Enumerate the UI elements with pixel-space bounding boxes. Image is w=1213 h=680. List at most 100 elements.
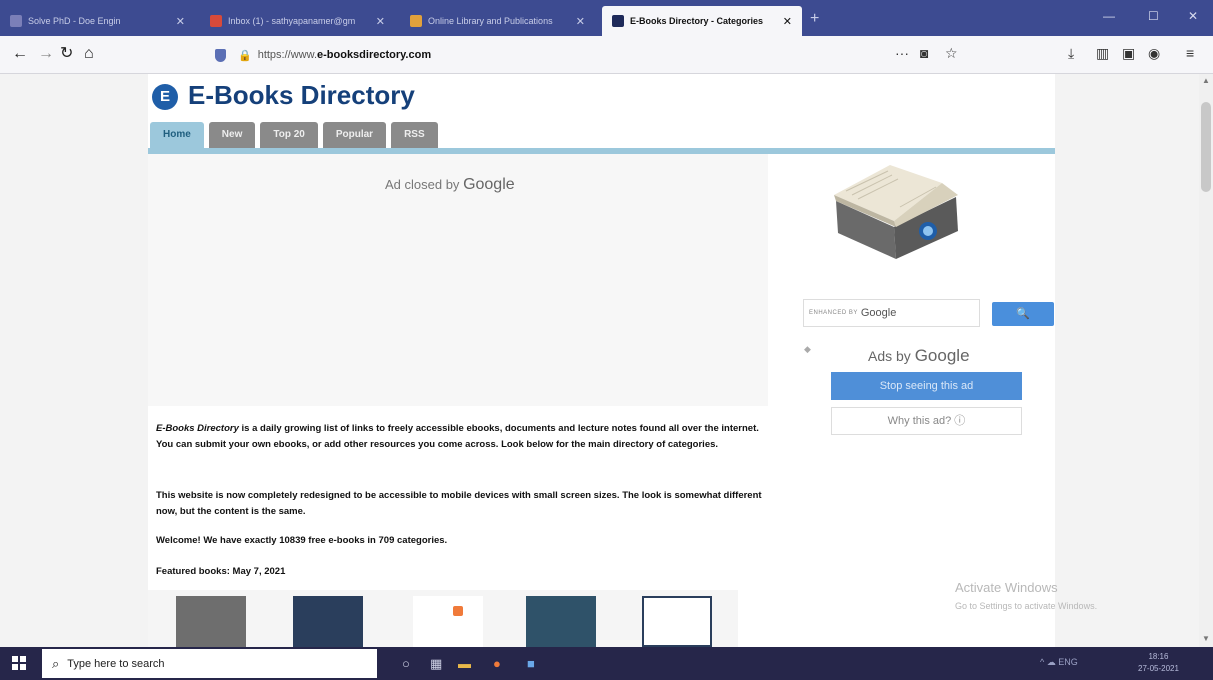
tab-label: E-Books Directory - Categories xyxy=(630,16,764,26)
scroll-up-icon[interactable]: ▲ xyxy=(1202,76,1210,85)
back-icon[interactable]: ← xyxy=(12,45,28,63)
ad-choices-icon[interactable]: ◆ xyxy=(804,344,811,355)
book-cover-badge-icon xyxy=(453,606,463,616)
url-bar[interactable]: 🔒 https://www. e-booksdirectory.com xyxy=(215,42,975,68)
maximize-button[interactable]: ☐ xyxy=(1148,9,1159,23)
site-title[interactable]: E-Books Directory xyxy=(188,80,415,111)
file-explorer-icon[interactable]: ▬ xyxy=(458,656,471,671)
stop-seeing-ad-button[interactable]: Stop seeing this ad xyxy=(831,372,1022,400)
page-actions-icon[interactable]: ··· xyxy=(895,45,909,61)
featured-book-cover[interactable] xyxy=(526,596,596,647)
site-search-button[interactable]: 🔍 xyxy=(992,302,1054,326)
ad-closed-prefix: Ad closed by xyxy=(385,177,460,192)
page-viewport: E E-Books Directory Home New Top 20 Popu… xyxy=(0,74,1213,647)
navigation-bar: ← → ↻ ⌂ 🔒 https://www. e-booksdirectory.… xyxy=(0,36,1213,74)
close-window-button[interactable]: ✕ xyxy=(1188,9,1198,23)
tab-inbox[interactable]: Inbox (1) - sathyapanamer@gm ✕ xyxy=(200,6,395,36)
tab-label: Inbox (1) - sathyapanamer@gm xyxy=(228,16,356,26)
sidebar-icon[interactable]: ▣ xyxy=(1122,45,1135,62)
menu-tab-popular[interactable]: Popular xyxy=(322,122,387,148)
lock-icon[interactable]: 🔒 xyxy=(238,49,252,62)
welcome-mid: free e-books in xyxy=(305,535,379,546)
menu-tab-new[interactable]: New xyxy=(208,122,256,148)
site-menu: Home New Top 20 Popular RSS xyxy=(150,122,438,148)
category-count: 709 xyxy=(378,535,395,546)
ads-by-prefix: Ads by xyxy=(868,348,911,364)
featured-book-cover[interactable] xyxy=(413,596,483,647)
cortana-icon[interactable]: ○ xyxy=(402,656,410,671)
scroll-down-icon[interactable]: ▼ xyxy=(1202,634,1210,643)
close-tab-icon[interactable]: ✕ xyxy=(576,15,585,28)
system-tray[interactable]: ^ ☁ ENG xyxy=(1040,657,1078,668)
tab-favicon xyxy=(612,15,624,27)
pocket-icon[interactable]: ◙ xyxy=(920,45,928,61)
featured-book-cover[interactable] xyxy=(176,596,246,647)
tab-solve-phd[interactable]: Solve PhD - Doe Engin ✕ xyxy=(0,6,195,36)
taskbar-search-box[interactable]: ⌕ Type here to search xyxy=(42,649,377,678)
open-book-logo-icon xyxy=(834,165,958,259)
redesign-paragraph: This website is now completely redesigne… xyxy=(156,490,762,517)
store-icon[interactable]: ■ xyxy=(527,656,535,671)
close-tab-icon[interactable]: ✕ xyxy=(783,15,792,28)
closed-ad-area: Ad closed by Google xyxy=(148,154,768,406)
firefox-icon[interactable]: ● xyxy=(493,656,501,671)
windows-start-icon[interactable] xyxy=(12,656,26,670)
page-scrollbar[interactable]: ▲ ▼ xyxy=(1199,74,1213,647)
clock-date: 27-05-2021 xyxy=(1138,664,1179,673)
welcome-suffix: categories. xyxy=(394,535,448,546)
tracking-protection-icon[interactable] xyxy=(215,48,226,62)
welcome-prefix: Welcome! We have exactly xyxy=(156,535,280,546)
menu-tab-rss[interactable]: RSS xyxy=(391,122,438,148)
library-icon[interactable]: ▥ xyxy=(1096,45,1109,62)
menu-tab-home[interactable]: Home xyxy=(150,122,204,148)
intro-text: is a daily growing list of links to free… xyxy=(156,423,759,450)
downloads-icon[interactable]: ⤓ xyxy=(1068,45,1074,62)
bookmark-star-icon[interactable]: ☆ xyxy=(945,45,958,62)
taskbar-clock[interactable]: 18:16 27-05-2021 xyxy=(1138,651,1179,675)
browser-tab-strip: Solve PhD - Doe Engin ✕ Inbox (1) - sath… xyxy=(0,0,1213,36)
tab-favicon xyxy=(210,15,222,27)
reload-icon[interactable]: ↻ xyxy=(60,45,73,63)
welcome-paragraph: Welcome! We have exactly 10839 free e-bo… xyxy=(156,533,768,549)
tab-label: Online Library and Publications xyxy=(428,16,553,26)
tab-favicon xyxy=(410,15,422,27)
watermark-subtitle: Go to Settings to activate Windows. xyxy=(955,601,1098,611)
tab-online-library[interactable]: Online Library and Publications ✕ xyxy=(400,6,595,36)
site-logo-icon[interactable]: E xyxy=(152,84,178,110)
screen: Solve PhD - Doe Engin ✕ Inbox (1) - sath… xyxy=(0,0,1213,680)
menu-tab-top20[interactable]: Top 20 xyxy=(260,122,318,148)
windows-taskbar: ⌕ Type here to search ○ ▦ ▬ ● ■ ^ ☁ ENG … xyxy=(0,647,1213,680)
search-label-brand: Google xyxy=(860,307,897,319)
featured-book-cover[interactable] xyxy=(293,596,363,647)
featured-book-cover[interactable] xyxy=(642,596,712,647)
clock-time: 18:16 xyxy=(1148,652,1169,661)
forward-icon[interactable]: → xyxy=(38,45,54,63)
task-view-icon[interactable]: ▦ xyxy=(430,656,442,672)
watermark-title: Activate Windows xyxy=(955,580,1058,595)
featured-books-strip xyxy=(148,590,738,647)
why-this-ad-button[interactable]: Why this ad? ⓘ xyxy=(831,407,1022,435)
ads-by-brand: Google xyxy=(914,346,970,365)
minimize-button[interactable]: — xyxy=(1103,9,1115,23)
menu-icon[interactable]: ≡ xyxy=(1186,45,1194,61)
activate-windows-watermark: Activate Windows Go to Settings to activ… xyxy=(955,579,1097,615)
account-icon[interactable]: ◉ xyxy=(1148,45,1160,62)
close-tab-icon[interactable]: ✕ xyxy=(176,15,185,28)
intro-paragraph: E-Books Directory is a daily growing lis… xyxy=(156,421,768,453)
scrollbar-thumb[interactable] xyxy=(1201,102,1211,192)
ads-by-google-label: Ads by Google xyxy=(868,346,970,366)
search-label-prefix: ENHANCED BY xyxy=(809,310,858,316)
new-tab-button[interactable]: + xyxy=(810,10,819,28)
search-icon: ⌕ xyxy=(52,655,60,671)
url-domain: e-booksdirectory.com xyxy=(317,49,432,61)
close-tab-icon[interactable]: ✕ xyxy=(376,15,385,28)
intro-site-name: E-Books Directory xyxy=(156,423,239,434)
home-icon[interactable]: ⌂ xyxy=(84,45,94,63)
tab-favicon xyxy=(10,15,22,27)
ad-closed-brand: Google xyxy=(463,176,515,193)
taskbar-search-placeholder: Type here to search xyxy=(67,657,165,670)
tab-label: Solve PhD - Doe Engin xyxy=(28,16,121,26)
tab-ebooks-directory[interactable]: E-Books Directory - Categories ✕ xyxy=(602,6,802,36)
featured-books-heading: Featured books: May 7, 2021 xyxy=(156,566,286,577)
site-search-input[interactable]: ENHANCED BY Google xyxy=(803,299,980,327)
